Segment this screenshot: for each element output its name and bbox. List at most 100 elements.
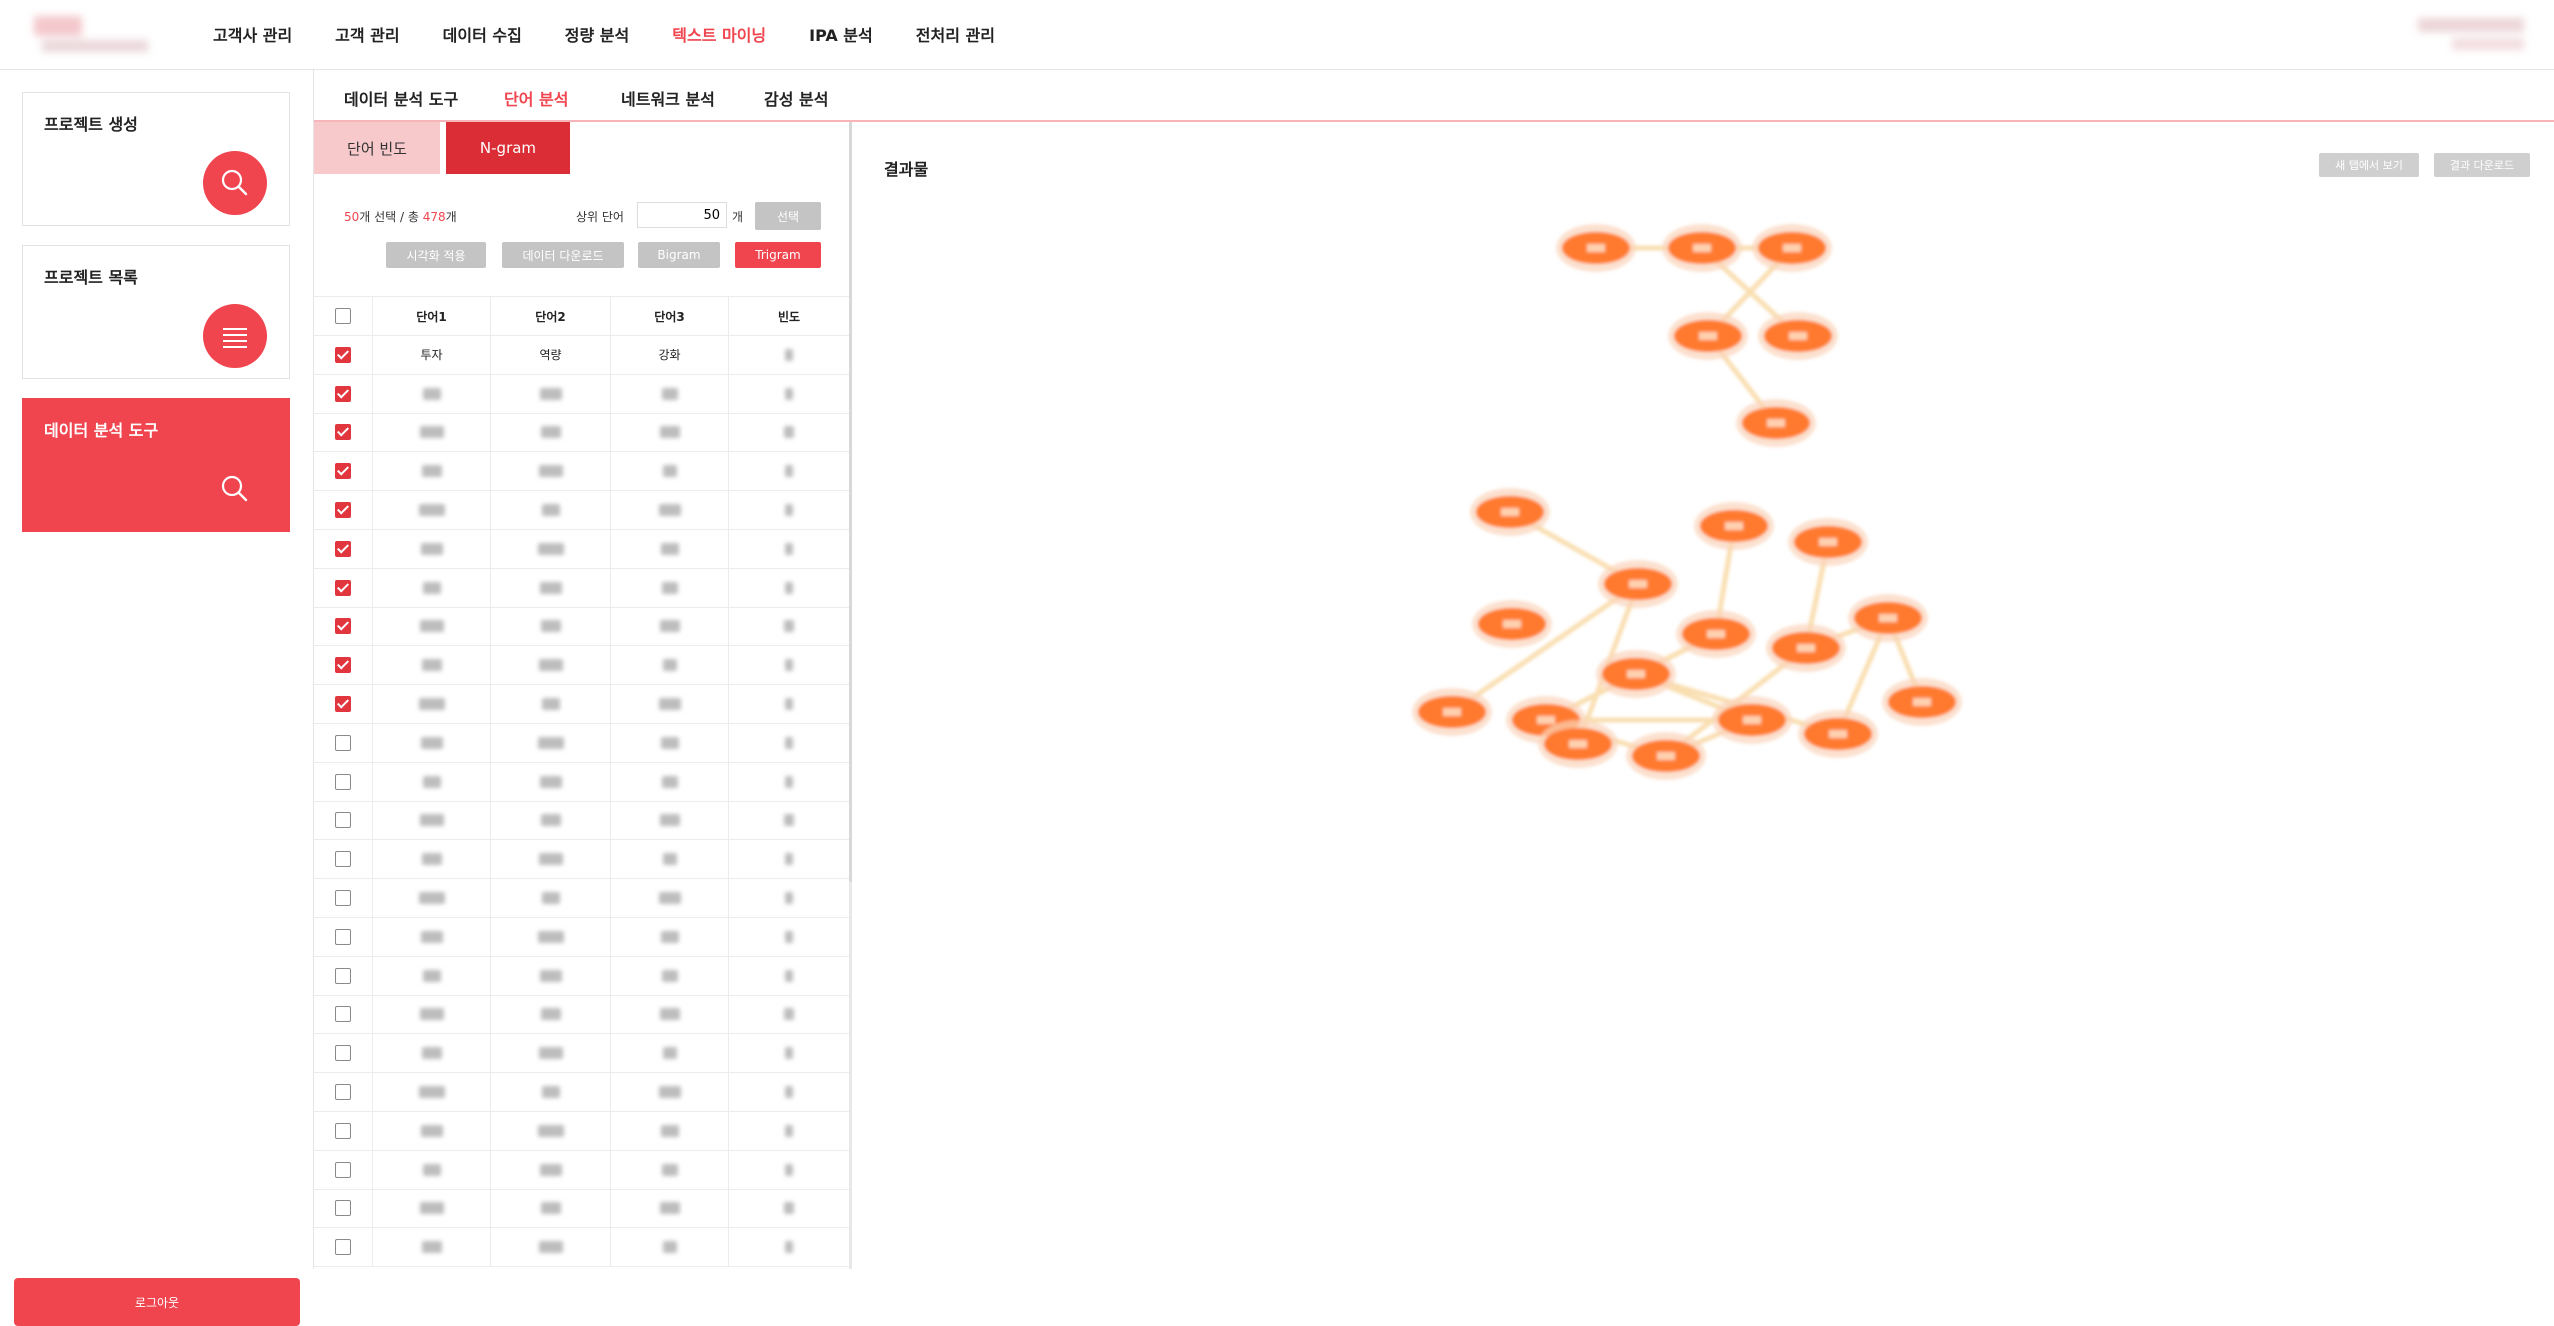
cell-word2: [490, 374, 610, 413]
row-checkbox[interactable]: [335, 1122, 351, 1139]
row-checkbox[interactable]: [335, 890, 351, 907]
top-words-input[interactable]: [637, 202, 727, 228]
network-graph[interactable]: [852, 122, 2554, 822]
menu-item[interactable]: 데이터 수집: [443, 22, 522, 46]
row-checkbox[interactable]: [335, 463, 351, 480]
cell-word2: [490, 529, 610, 568]
table-row[interactable]: [314, 413, 849, 453]
graph-node-label: [1829, 730, 1847, 738]
table-row[interactable]: [314, 956, 849, 996]
cell-frequency: [728, 1073, 849, 1111]
table-row[interactable]: [314, 646, 849, 686]
table-row[interactable]: [314, 452, 849, 492]
table-row[interactable]: [314, 568, 849, 608]
table-row[interactable]: [314, 1228, 849, 1268]
cell-frequency: [728, 1189, 849, 1228]
tab-analysis-tool[interactable]: 데이터 분석 도구: [344, 86, 458, 110]
row-checkbox[interactable]: [335, 1161, 351, 1178]
row-checkbox[interactable]: [335, 1239, 351, 1256]
top-words-label: 상위 단어: [576, 210, 624, 224]
cell-word2: [490, 1073, 610, 1111]
row-checkbox[interactable]: [335, 734, 351, 751]
logo[interactable]: [34, 16, 152, 54]
row-checkbox[interactable]: [335, 967, 351, 984]
selection-count: 50개 선택 / 총 478개: [344, 208, 457, 225]
trigram-button[interactable]: Trigram: [735, 242, 821, 268]
table-row[interactable]: [314, 801, 849, 841]
row-checkbox[interactable]: [335, 1006, 351, 1023]
row-checkbox[interactable]: [335, 540, 351, 557]
table-row[interactable]: [314, 607, 849, 647]
bigram-button[interactable]: Bigram: [638, 242, 720, 268]
select-button[interactable]: 선택: [755, 202, 821, 230]
row-checkbox[interactable]: [335, 773, 351, 790]
table-row[interactable]: [314, 685, 849, 724]
sidebar-item-analysis-tool[interactable]: 데이터 분석 도구: [22, 398, 290, 532]
tab-ngram[interactable]: N-gram: [446, 122, 570, 174]
cell-word1: [372, 995, 490, 1034]
table-row[interactable]: [314, 1073, 849, 1112]
row-checkbox[interactable]: [335, 502, 351, 519]
cell-word2: [490, 840, 610, 879]
user-info[interactable]: [2418, 18, 2526, 52]
row-checkbox[interactable]: [335, 696, 351, 713]
apply-visualization-button[interactable]: 시각화 적용: [386, 242, 486, 268]
table-row[interactable]: [314, 1150, 849, 1190]
row-checkbox[interactable]: [335, 346, 351, 363]
row-checkbox[interactable]: [335, 851, 351, 868]
table-row[interactable]: [314, 374, 849, 414]
graph-node-label: [1879, 614, 1897, 622]
row-checkbox[interactable]: [335, 579, 351, 596]
cell-word1: [372, 879, 490, 917]
row-checkbox[interactable]: [335, 385, 351, 402]
menu-item[interactable]: IPA 분석: [809, 22, 873, 46]
table-row[interactable]: [314, 723, 849, 763]
tab-sentiment-analysis[interactable]: 감성 분석: [764, 86, 828, 110]
cell-frequency: [728, 1228, 849, 1267]
menu-item[interactable]: 고객사 관리: [213, 22, 292, 46]
table-row[interactable]: [314, 1189, 849, 1229]
cell-word3: [610, 685, 728, 723]
row-checkbox[interactable]: [335, 1084, 351, 1101]
graph-node-label: [1819, 538, 1837, 546]
graph-node-label: [1629, 580, 1647, 588]
row-checkbox[interactable]: [335, 1200, 351, 1217]
table-row[interactable]: [314, 917, 849, 957]
data-download-button[interactable]: 데이터 다운로드: [502, 242, 624, 268]
cell-word3: [610, 374, 728, 413]
table-row[interactable]: [314, 1111, 849, 1151]
row-checkbox[interactable]: [335, 657, 351, 674]
logout-button[interactable]: 로그아웃: [14, 1278, 300, 1326]
row-checkbox[interactable]: [335, 1045, 351, 1062]
sidebar-item-project-create[interactable]: 프로젝트 생성: [22, 92, 290, 226]
menu-item[interactable]: 정량 분석: [565, 22, 629, 46]
tab-word-analysis[interactable]: 단어 분석: [504, 86, 568, 110]
table-row[interactable]: [314, 840, 849, 880]
total-suffix: 개: [445, 210, 457, 224]
row-checkbox[interactable]: [335, 928, 351, 945]
cell-word1: [372, 568, 490, 607]
row-checkbox[interactable]: [335, 424, 351, 441]
table-row[interactable]: [314, 491, 849, 530]
table-row[interactable]: [314, 879, 849, 918]
select-all-checkbox[interactable]: [335, 308, 351, 324]
row-checkbox[interactable]: [335, 618, 351, 635]
menu-item[interactable]: 전처리 관리: [916, 22, 995, 46]
cell-word2: [490, 1034, 610, 1073]
tab-word-frequency[interactable]: 단어 빈도: [314, 122, 440, 174]
cell-word1: [372, 1228, 490, 1267]
menu-item[interactable]: 고객 관리: [335, 22, 399, 46]
table-row[interactable]: [314, 995, 849, 1035]
menu-item[interactable]: 텍스트 마이닝: [672, 22, 766, 46]
cell-word3: [610, 1150, 728, 1189]
table-row[interactable]: [314, 1034, 849, 1074]
table-row[interactable]: [314, 762, 849, 802]
sidebar-item-project-list[interactable]: 프로젝트 목록: [22, 245, 290, 379]
row-checkbox[interactable]: [335, 812, 351, 829]
sidebar-item-label: 프로젝트 생성: [44, 115, 138, 134]
table-row[interactable]: 투자 역량 강화: [314, 336, 849, 375]
cell-frequency: [728, 646, 849, 685]
graph-node-label: [1797, 644, 1815, 652]
tab-network-analysis[interactable]: 네트워크 분석: [621, 86, 715, 110]
table-row[interactable]: [314, 529, 849, 569]
